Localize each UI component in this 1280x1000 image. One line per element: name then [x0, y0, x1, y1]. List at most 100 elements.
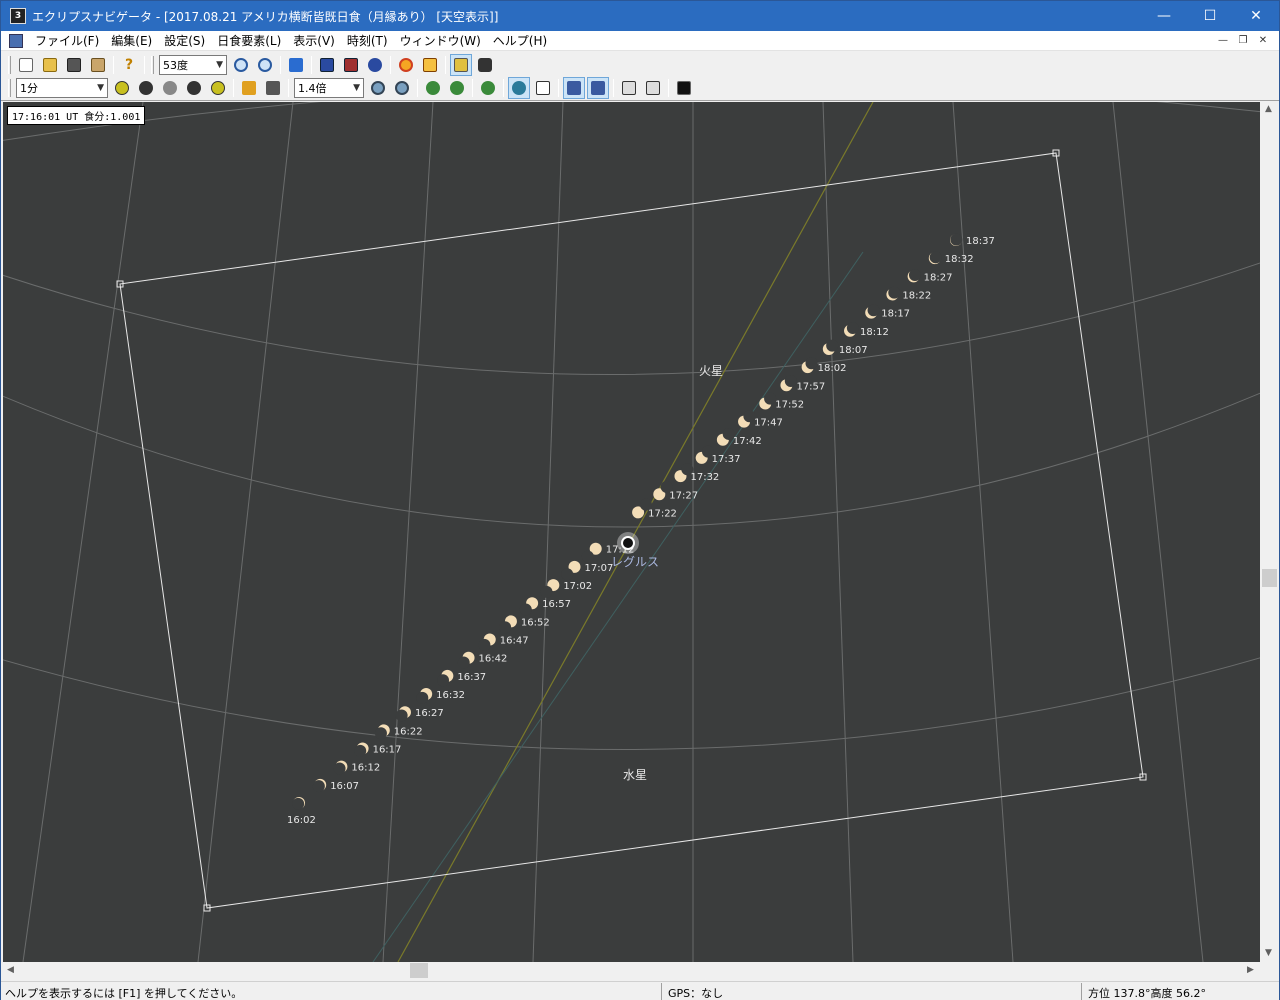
- doc-close-button[interactable]: ✕: [1253, 31, 1273, 51]
- menu-time[interactable]: 時刻(T): [341, 31, 394, 51]
- eclipse-sequence: 16:02 16:07 16:12 16:17 16:22 16:27 16:32 16:37…: [287, 233, 995, 826]
- scroll-up-icon[interactable]: ▲: [1265, 104, 1272, 114]
- rewind-fast-button[interactable]: [111, 77, 133, 99]
- separator: [113, 55, 114, 74]
- print-icon: [91, 57, 105, 72]
- time-label: 16:22: [394, 726, 423, 737]
- time-label: 16:32: [436, 690, 465, 701]
- table-view-button[interactable]: [532, 77, 554, 99]
- menu-window[interactable]: ウィンドウ(W): [394, 31, 487, 51]
- photo-icon: [567, 81, 581, 95]
- vertical-scrollbar[interactable]: ▲ ▼: [1261, 102, 1278, 962]
- time-label: 16:47: [500, 636, 529, 647]
- fov-select[interactable]: 53度 ▼: [159, 54, 227, 75]
- sky-chart[interactable]: 16:02 16:07 16:12 16:17 16:22 16:27 16:32 16:37…: [3, 102, 1260, 962]
- zoom-out-button[interactable]: [254, 54, 276, 76]
- photo-view-2-button[interactable]: [587, 77, 609, 99]
- camera-frame: [119, 152, 1144, 909]
- search-object-button[interactable]: [477, 77, 499, 99]
- doc-minimize-button[interactable]: —: [1213, 31, 1233, 51]
- view-mode-3-button[interactable]: [364, 54, 386, 76]
- set-time-button[interactable]: [238, 77, 260, 99]
- scroll-down-icon[interactable]: ▼: [1265, 948, 1272, 958]
- menu-help[interactable]: ヘルプ(H): [487, 31, 553, 51]
- zoom-in-button[interactable]: [230, 54, 252, 76]
- stop-button[interactable]: [159, 77, 181, 99]
- scroll-left-icon[interactable]: ◀: [7, 965, 14, 975]
- panel-1-button[interactable]: [618, 77, 640, 99]
- grid-line: [1112, 102, 1204, 962]
- horizontal-scroll-thumb[interactable]: [410, 963, 428, 978]
- globe-view-button[interactable]: [508, 77, 530, 99]
- table-icon: [536, 81, 550, 95]
- chevron-down-icon: ▼: [97, 83, 104, 93]
- zoom-in-icon: [234, 57, 248, 72]
- maximize-button[interactable]: ☐: [1187, 1, 1233, 31]
- step-back-button[interactable]: [135, 77, 157, 99]
- moon-disc: [374, 727, 387, 740]
- menu-eclipse-elements[interactable]: 日食要素(L): [211, 31, 287, 51]
- open-button[interactable]: [39, 54, 61, 76]
- fov-value: 53度: [163, 58, 188, 72]
- grid-line: [197, 102, 294, 962]
- menu-file[interactable]: ファイル(F): [29, 31, 105, 51]
- close-button[interactable]: ✕: [1233, 1, 1279, 31]
- menu-settings[interactable]: 設定(S): [158, 31, 211, 51]
- center-button[interactable]: [422, 77, 444, 99]
- step-forward-button[interactable]: [183, 77, 205, 99]
- sun-icon: [399, 57, 413, 72]
- moon-disc: [354, 744, 367, 757]
- forward-fast-button[interactable]: [207, 77, 229, 99]
- camera-button[interactable]: [474, 54, 496, 76]
- menu-view[interactable]: 表示(V): [287, 31, 341, 51]
- photo-icon: [591, 81, 605, 95]
- sky-view[interactable]: 16:02 16:07 16:12 16:17 16:22 16:27 16:32 16:37…: [3, 102, 1260, 962]
- time-label: 16:37: [457, 672, 486, 683]
- minimize-button[interactable]: —: [1141, 1, 1187, 31]
- grid-toggle-button[interactable]: [450, 53, 472, 76]
- separator: [311, 55, 312, 74]
- new-button[interactable]: [15, 54, 37, 76]
- stop-icon: [163, 81, 177, 95]
- moon-disc: [826, 339, 839, 352]
- time-label: 17:32: [690, 472, 719, 483]
- magnify-in-button[interactable]: [367, 77, 389, 99]
- toolbar-grip[interactable]: [151, 55, 154, 74]
- panel-2-button[interactable]: [642, 77, 664, 99]
- separator: [613, 79, 614, 97]
- clock-edit-icon: [242, 81, 256, 95]
- fullscreen-button[interactable]: [673, 77, 695, 99]
- new-file-icon: [19, 57, 33, 72]
- fast-rewind-icon: [115, 81, 129, 95]
- time-label: 17:47: [754, 418, 783, 429]
- scroll-right-icon[interactable]: ▶: [1247, 965, 1254, 975]
- time-label: 16:57: [542, 599, 571, 610]
- title-bar[interactable]: 3 エクリプスナビゲータ - [2017.08.21 アメリカ横断皆既日食（月縁…: [1, 1, 1279, 31]
- globe-icon: [512, 81, 526, 95]
- photo-view-1-button[interactable]: [563, 77, 585, 99]
- now-button[interactable]: [262, 77, 284, 99]
- toolbar-grip[interactable]: [8, 55, 11, 74]
- sun-button[interactable]: [395, 54, 417, 76]
- camera-icon: [478, 57, 492, 72]
- download-button[interactable]: [285, 54, 307, 76]
- toolbar-grip[interactable]: [8, 79, 11, 97]
- help-button[interactable]: ?: [118, 54, 140, 76]
- view-mode-2-button[interactable]: [340, 54, 362, 76]
- separator: [417, 79, 418, 97]
- magnify-out-button[interactable]: [391, 77, 413, 99]
- document-icon[interactable]: [9, 33, 23, 48]
- doc-restore-button[interactable]: ❐: [1233, 31, 1253, 51]
- menu-edit[interactable]: 編集(E): [105, 31, 158, 51]
- zoom-factor-value: 1.4倍: [298, 82, 327, 95]
- horizontal-scrollbar[interactable]: ◀ ▶: [3, 962, 1261, 979]
- save-button[interactable]: [63, 54, 85, 76]
- print-button[interactable]: [87, 54, 109, 76]
- view-mode-1-button[interactable]: [316, 54, 338, 76]
- track-button[interactable]: [446, 77, 468, 99]
- corona-button[interactable]: [419, 54, 441, 76]
- time-step-select[interactable]: 1分 ▼: [16, 78, 108, 98]
- zoom-factor-select[interactable]: 1.4倍 ▼: [294, 78, 364, 98]
- vertical-scroll-thumb[interactable]: [1262, 569, 1277, 587]
- status-gps: GPS：なし: [668, 987, 724, 1000]
